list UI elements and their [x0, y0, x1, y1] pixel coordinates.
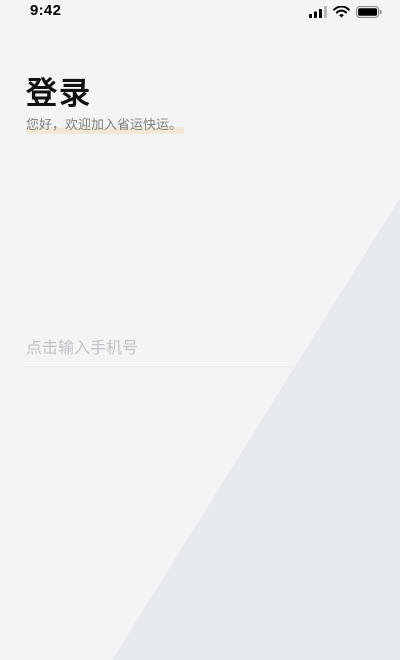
status-time: 9:42	[30, 2, 62, 19]
battery-icon	[356, 6, 382, 18]
wifi-icon	[333, 6, 350, 18]
login-screen: 9:42 登录 您好，欢迎加入省运快运。 点击输入手机号	[0, 0, 400, 660]
status-icons	[309, 5, 382, 19]
page-title: 登录	[26, 76, 92, 112]
cellular-signal-icon	[309, 6, 327, 18]
phone-input-row	[24, 332, 296, 367]
status-bar: 9:42	[0, 0, 400, 24]
welcome-subtitle: 您好，欢迎加入省运快运。	[26, 117, 185, 135]
phone-number-input[interactable]	[24, 332, 296, 362]
